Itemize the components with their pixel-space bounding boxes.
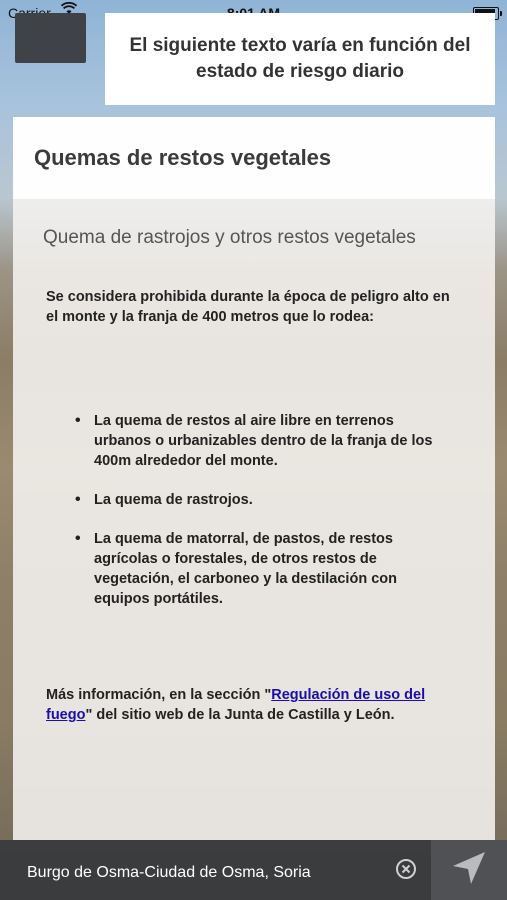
bullet-icon: • (75, 491, 81, 508)
app-logo[interactable] (15, 13, 86, 63)
clear-circle-icon[interactable] (395, 858, 417, 880)
location-bar: Burgo de Osma-Ciudad de Osma, Soria (0, 840, 507, 900)
navigate-button[interactable] (431, 840, 507, 900)
intro-text: Se considera prohibida durante la época … (46, 289, 450, 325)
more-info-text: Más información, en la sección "Regulaci… (46, 687, 426, 723)
bullet-icon: • (75, 530, 81, 547)
list-item: • La quema de rastrojos. (75, 491, 253, 508)
risk-notice-banner: El siguiente texto varía en función del … (105, 13, 495, 105)
card-subtitle: Quema de rastrojos y otros restos vegeta… (43, 227, 416, 248)
card-title: Quemas de restos vegetales (13, 117, 495, 199)
location-label[interactable]: Burgo de Osma-Ciudad de Osma, Soria (27, 864, 311, 882)
card-body: Quema de rastrojos y otros restos vegeta… (13, 199, 495, 725)
list-item: • La quema de restos al aire libre en ter… (75, 412, 433, 469)
bullet-icon: • (75, 412, 81, 429)
content-card: Quemas de restos vegetales Quema de rast… (13, 117, 495, 840)
location-arrow-icon (449, 848, 489, 893)
risk-notice-text: El siguiente texto varía en función del … (129, 35, 471, 82)
list-item: • La quema de matorral, de pastos, de res… (75, 530, 397, 607)
prohibitions-list: • La quema de restos al aire libre en ter… (43, 411, 465, 609)
